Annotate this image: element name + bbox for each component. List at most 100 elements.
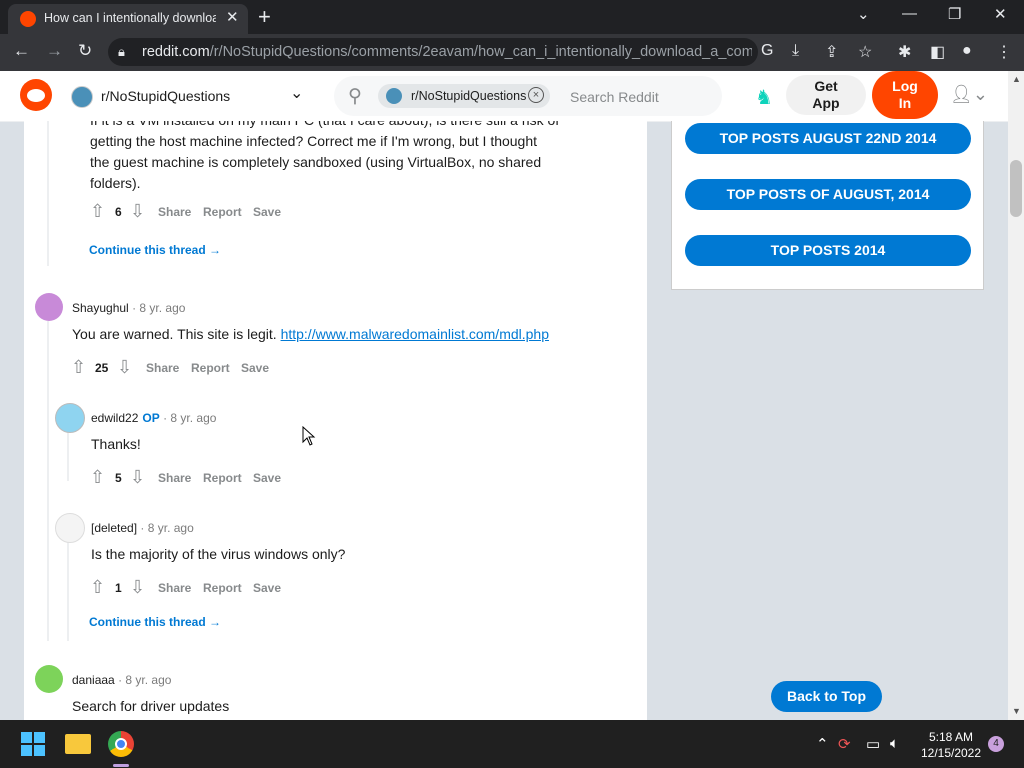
url-text: reddit.com/r/NoStupidQuestions/comments/…	[142, 44, 752, 60]
back-arrow-icon[interactable]: ←	[13, 41, 30, 61]
comment-line: getting the host machine infected? Corre…	[90, 133, 538, 149]
forward-arrow-icon[interactable]: →	[46, 41, 63, 61]
save-button[interactable]: Save	[253, 471, 281, 485]
window-close-button[interactable]: ✕	[994, 5, 1007, 23]
login-label-2: In	[898, 95, 912, 111]
downvote-icon[interactable]: ⇩	[130, 201, 145, 222]
chrome-taskbar-icon[interactable]	[108, 731, 134, 757]
new-tab-button[interactable]: +	[258, 4, 271, 30]
search-input[interactable]: Search Reddit	[570, 89, 659, 105]
install-icon[interactable]: ⤓	[792, 42, 799, 60]
scroll-up-icon[interactable]: ▲	[1012, 74, 1021, 84]
back-to-top-button[interactable]: Back to Top	[771, 681, 882, 712]
share-button[interactable]: Share	[146, 361, 179, 375]
notification-badge[interactable]: 4	[988, 736, 1004, 752]
continue-thread-link[interactable]: Continue this thread →	[89, 243, 221, 257]
author-name[interactable]: edwild22	[91, 411, 138, 425]
upvote-icon[interactable]: ⇧	[71, 357, 86, 378]
save-button[interactable]: Save	[241, 361, 269, 375]
side-panel-icon[interactable]: ◧	[930, 42, 945, 62]
downvote-icon[interactable]: ⇩	[130, 577, 145, 598]
browser-toolbar: ← → ↻ 🔒︎ reddit.com/r/NoStupidQuestions/…	[0, 34, 1024, 71]
scroll-down-icon[interactable]: ▼	[1012, 706, 1021, 716]
sync-icon[interactable]: ⟳	[838, 735, 851, 753]
report-button[interactable]: Report	[203, 471, 242, 485]
search-scope-chip[interactable]: r/NoStupidQuestions ×	[378, 84, 550, 108]
comment-time[interactable]: 8 yr. ago	[170, 411, 216, 425]
network-icon[interactable]: ▭	[866, 735, 880, 753]
comment-meta: daniaaa · 8 yr. ago	[72, 673, 171, 687]
extensions-icon[interactable]: ✱	[898, 42, 911, 62]
minimize-button[interactable]: —	[902, 5, 917, 22]
subreddit-name[interactable]: r/NoStupidQuestions	[101, 88, 230, 104]
separator-dot: ·	[118, 673, 123, 687]
scrollbar-thumb[interactable]	[1010, 160, 1022, 217]
report-button[interactable]: Report	[203, 205, 242, 219]
continue-thread-link[interactable]: Continue this thread →	[89, 615, 221, 629]
get-app-label-2: App	[812, 95, 840, 111]
downvote-icon[interactable]: ⇩	[130, 467, 145, 488]
upvote-icon[interactable]: ⇧	[90, 467, 105, 488]
save-button[interactable]: Save	[253, 205, 281, 219]
tray-chevron-icon[interactable]: ⌃	[816, 735, 829, 753]
save-button[interactable]: Save	[253, 581, 281, 595]
comment-line: folders).	[90, 175, 141, 191]
top-posts-month-button[interactable]: TOP POSTS OF AUGUST, 2014	[685, 179, 971, 210]
get-app-button[interactable]: Get App	[786, 75, 866, 115]
maximize-button[interactable]: ❐	[948, 5, 961, 23]
upvote-icon[interactable]: ⇧	[90, 577, 105, 598]
avatar[interactable]	[55, 403, 85, 433]
author-name[interactable]: Shayughul	[72, 301, 129, 315]
tab-title: How can I intentionally download a compr…	[44, 11, 216, 25]
avatar[interactable]	[35, 293, 63, 321]
url-path: /r/NoStupidQuestions/comments/2eavam/how…	[209, 44, 752, 60]
tab-close-icon[interactable]: ✕	[226, 8, 239, 26]
volume-icon[interactable]: 🔈︎	[890, 735, 899, 752]
google-icon[interactable]: G	[761, 42, 773, 60]
comment-body: You are warned. This site is legit. http…	[72, 324, 549, 345]
comment-score: 5	[115, 471, 122, 485]
chrome-menu-icon[interactable]: ⋮	[996, 42, 1012, 62]
thread-line	[67, 431, 69, 481]
login-button[interactable]: Log In	[872, 71, 938, 119]
share-button[interactable]: Share	[158, 205, 191, 219]
reload-icon[interactable]: ↻	[78, 41, 92, 61]
comment-time[interactable]: 8 yr. ago	[139, 301, 185, 315]
report-button[interactable]: Report	[191, 361, 230, 375]
comment-time[interactable]: 8 yr. ago	[125, 673, 171, 687]
advertise-snoo-icon[interactable]: ♞	[755, 85, 773, 110]
comment-line: the guest machine is completely sandboxe…	[90, 154, 542, 170]
external-link[interactable]: http://www.malwaredomainlist.com/mdl.php	[281, 326, 549, 342]
browser-tab[interactable]: How can I intentionally download a compr…	[8, 4, 248, 34]
comments-panel: If it is a VM installed on my main PC (t…	[24, 121, 647, 720]
comment-text: You are warned. This site is legit.	[72, 326, 281, 342]
bookmark-star-icon[interactable]: ☆	[858, 42, 872, 62]
report-button[interactable]: Report	[203, 581, 242, 595]
top-posts-year-button[interactable]: TOP POSTS 2014	[685, 235, 971, 266]
author-name[interactable]: daniaaa	[72, 673, 115, 687]
chevron-down-icon[interactable]: ⌄	[290, 83, 303, 103]
address-bar[interactable]: 🔒︎ reddit.com/r/NoStupidQuestions/commen…	[108, 38, 758, 66]
windows-start-icon[interactable]	[21, 732, 45, 756]
user-menu-icon[interactable]: 👤︎⌄	[950, 84, 988, 105]
tab-search-icon[interactable]: ⌄	[857, 5, 870, 23]
share-page-icon[interactable]: ⇪	[825, 42, 838, 62]
upvote-icon[interactable]: ⇧	[90, 201, 105, 222]
top-posts-day-button[interactable]: TOP POSTS AUGUST 22ND 2014	[685, 123, 971, 154]
profile-icon[interactable]: ●	[962, 42, 972, 60]
file-explorer-icon[interactable]	[65, 734, 91, 754]
downvote-icon[interactable]: ⇩	[117, 357, 132, 378]
login-label-1: Log	[892, 78, 918, 94]
share-button[interactable]: Share	[158, 471, 191, 485]
avatar[interactable]	[35, 665, 63, 693]
comment-time[interactable]: 8 yr. ago	[148, 521, 194, 535]
system-clock[interactable]: 5:18 AM 12/15/2022	[920, 729, 982, 761]
comment-meta: Shayughul · 8 yr. ago	[72, 301, 185, 315]
search-icon: ⚲	[348, 86, 362, 107]
subreddit-icon	[71, 86, 93, 108]
share-button[interactable]: Share	[158, 581, 191, 595]
search-bar[interactable]: ⚲ r/NoStupidQuestions × Search Reddit	[334, 76, 722, 116]
clear-chip-icon[interactable]: ×	[528, 87, 544, 103]
reddit-logo-icon[interactable]	[20, 79, 52, 111]
lock-icon: 🔒︎	[118, 44, 125, 59]
